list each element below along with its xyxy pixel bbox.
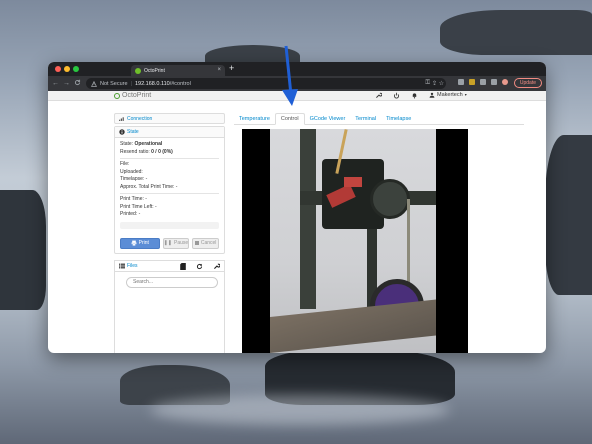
annotation-arrow-shaft [284,45,293,96]
annotation-arrow-head [282,89,298,106]
annotation-arrow [282,45,298,106]
